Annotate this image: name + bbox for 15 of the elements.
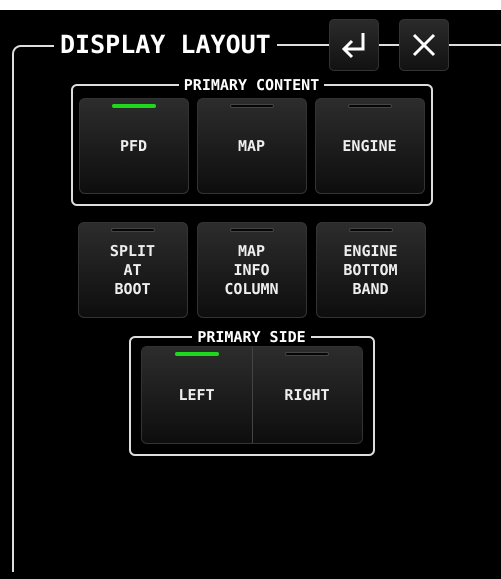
group-label: PRIMARY CONTENT [182, 76, 320, 94]
group-label: PRIMARY SIDE [196, 328, 307, 346]
close-button[interactable] [398, 18, 449, 70]
side-option-button[interactable]: RIGHT [252, 347, 362, 443]
side-option-button[interactable]: LEFT [142, 347, 252, 443]
content-option-button[interactable]: MAP [196, 98, 306, 194]
toggle-button[interactable]: SPLIT AT BOOT [78, 222, 188, 318]
close-icon [410, 32, 437, 58]
panel-title: DISPLAY LAYOUT [59, 30, 272, 59]
toggle-button[interactable]: MAP INFO COLUMN [196, 222, 306, 318]
content-option-button[interactable]: ENGINE [314, 98, 424, 194]
enter-button[interactable] [328, 18, 379, 70]
content-option-button[interactable]: PFD [78, 98, 188, 194]
toggle-button[interactable]: ENGINE BOTTOM BAND [316, 222, 426, 318]
enter-icon [340, 30, 367, 58]
